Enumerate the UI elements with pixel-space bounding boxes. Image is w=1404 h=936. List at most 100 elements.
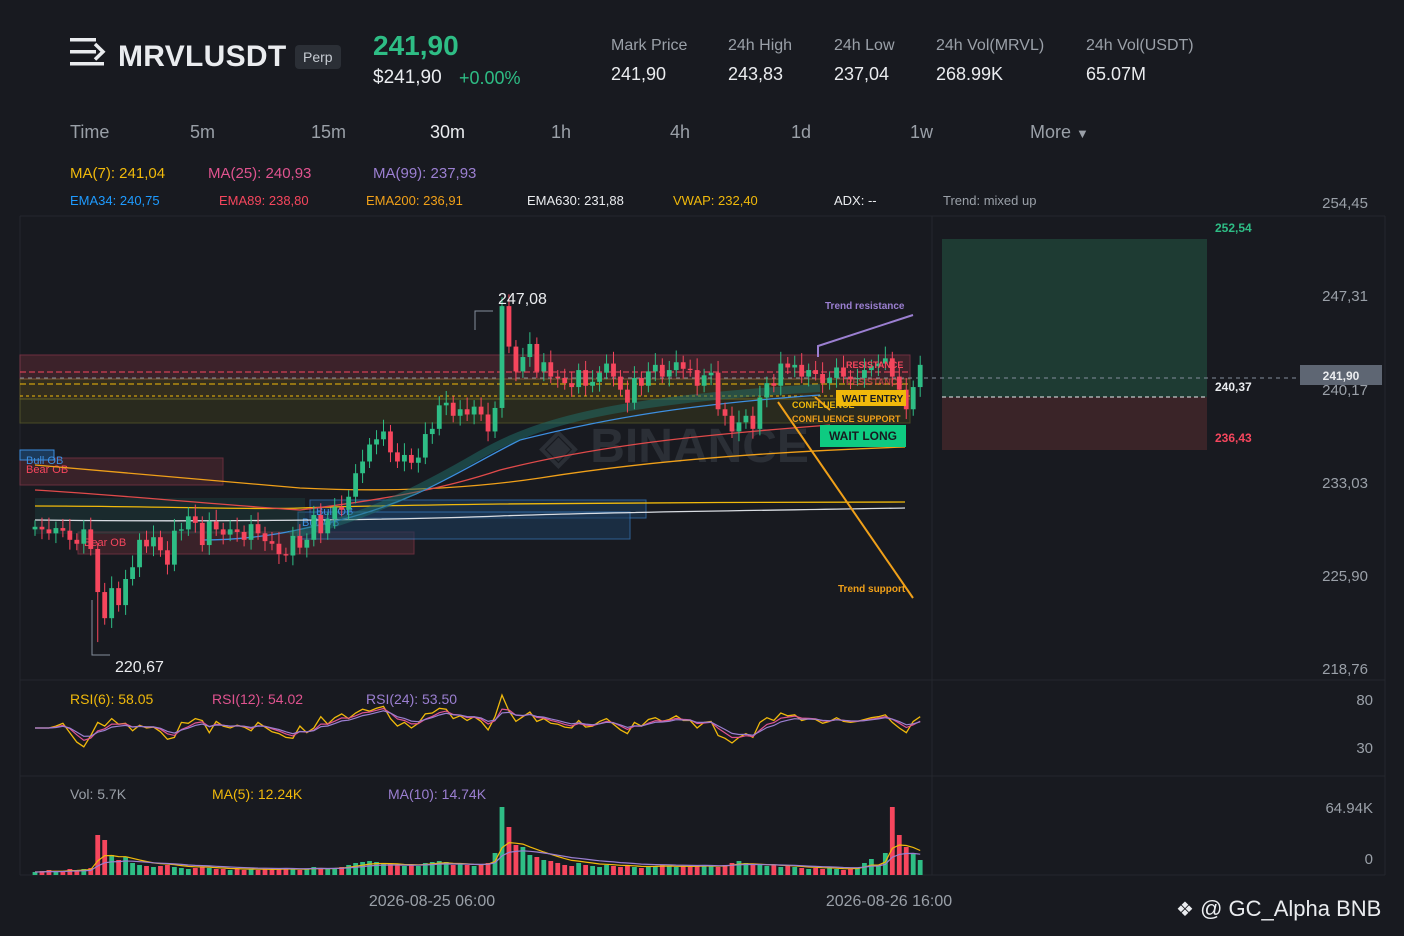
candle-body	[687, 368, 693, 371]
candle-body	[213, 521, 219, 530]
volume-bar	[820, 869, 826, 875]
candle-body	[520, 357, 526, 372]
price-tick-247: 247,31	[1322, 288, 1368, 305]
candle-body	[910, 387, 916, 410]
candle-body	[123, 578, 129, 606]
candle-body	[276, 543, 282, 555]
price-tick-225: 225,90	[1322, 568, 1368, 585]
wait-entry-label: WAIT ENTRY	[842, 394, 904, 405]
volume-bar	[137, 865, 142, 875]
candle-body	[743, 415, 749, 423]
volume-bar	[185, 869, 191, 875]
candle-body	[422, 434, 428, 458]
volume-bar	[715, 867, 721, 875]
candle-body	[199, 522, 205, 546]
candle-body	[583, 370, 589, 386]
candle-body	[562, 377, 568, 384]
volume-bar	[680, 866, 686, 875]
candle-body	[158, 537, 163, 551]
volume-bar	[666, 866, 672, 875]
candle-body	[346, 496, 352, 510]
candle-body	[917, 364, 923, 388]
candle-body	[318, 515, 324, 534]
candle-body	[715, 372, 721, 410]
volume-bar	[771, 865, 777, 875]
candle-body	[402, 454, 407, 462]
candle-body	[785, 363, 791, 368]
low-marker-line	[91, 600, 110, 656]
volume-bar	[227, 870, 233, 875]
volume-bar	[234, 869, 240, 875]
candle-body	[555, 376, 561, 378]
candle-body	[820, 374, 826, 384]
volume-bar	[827, 868, 832, 875]
binance-logo-icon: ❖	[1176, 899, 1194, 921]
volume-bar	[792, 867, 798, 875]
candle-body	[395, 452, 400, 462]
volume-bar	[109, 855, 115, 875]
volume-bar	[687, 867, 693, 875]
volume-bar	[590, 866, 595, 875]
candle-body	[46, 529, 52, 534]
volume-bar	[360, 862, 365, 875]
candle-body	[32, 526, 38, 530]
candle-body	[88, 529, 94, 549]
volume-bar	[604, 865, 609, 875]
candle-body	[220, 529, 226, 535]
volume-bar	[402, 866, 407, 875]
volume-bar	[199, 867, 205, 875]
volume-bar	[555, 863, 561, 875]
rsi-axis-30: 30	[1356, 740, 1373, 757]
volume-bar	[457, 864, 463, 875]
candle-body	[827, 377, 832, 384]
volume-bar	[638, 868, 644, 875]
volume-bar	[513, 845, 519, 875]
candle-body	[178, 529, 184, 531]
volume-bar	[325, 869, 331, 875]
resistance-label-2: RESISTANCE	[846, 377, 903, 387]
rsi12-line	[35, 707, 921, 741]
volume-bar	[304, 869, 310, 875]
candle-body	[325, 518, 331, 534]
candle-body	[604, 363, 609, 373]
candle-body	[485, 414, 491, 432]
candle-body	[172, 530, 177, 565]
volume-bar	[583, 865, 589, 875]
candle-body	[374, 439, 379, 445]
candle-body	[471, 406, 477, 415]
candle-body	[792, 364, 798, 368]
current-price-tag-text: 241,90	[1323, 369, 1360, 383]
candle-body	[290, 535, 296, 556]
vol-axis-max: 64.94K	[1325, 800, 1373, 817]
volume-bar	[757, 865, 763, 875]
volume-bar	[471, 866, 477, 875]
volume-bar	[652, 866, 658, 875]
stop-price-label: 236,43	[1215, 431, 1252, 445]
target-zone	[942, 239, 1207, 397]
rsi-axis-80: 80	[1356, 692, 1373, 709]
candle-body	[534, 343, 540, 372]
candle-body	[666, 370, 672, 377]
candle-body	[185, 516, 191, 530]
volume-bar	[415, 866, 421, 875]
candle-body	[638, 377, 644, 386]
volume-bar	[172, 867, 177, 875]
candle-body	[443, 402, 449, 406]
candle-body	[506, 306, 512, 347]
candle-body	[304, 539, 310, 548]
high-marker-line	[474, 310, 493, 330]
volume-bar	[778, 867, 784, 875]
volume-bar	[708, 866, 714, 875]
price-chart[interactable]: ◈ BINANCE 252,54 240,37 236,43 Bull OB B…	[0, 0, 1404, 936]
volume-bar	[645, 867, 651, 875]
candle-body	[590, 381, 595, 386]
candle-body	[673, 362, 679, 371]
binance-watermark: ◈ BINANCE	[539, 420, 809, 473]
volume-bar	[799, 868, 805, 875]
volume-bar	[834, 869, 839, 875]
volume-bar	[694, 866, 700, 875]
author-watermark-text: @ GC_Alpha BNB	[1200, 896, 1382, 921]
volume-bar	[213, 869, 219, 875]
candle-body	[339, 507, 345, 510]
volume-bar	[841, 870, 846, 875]
